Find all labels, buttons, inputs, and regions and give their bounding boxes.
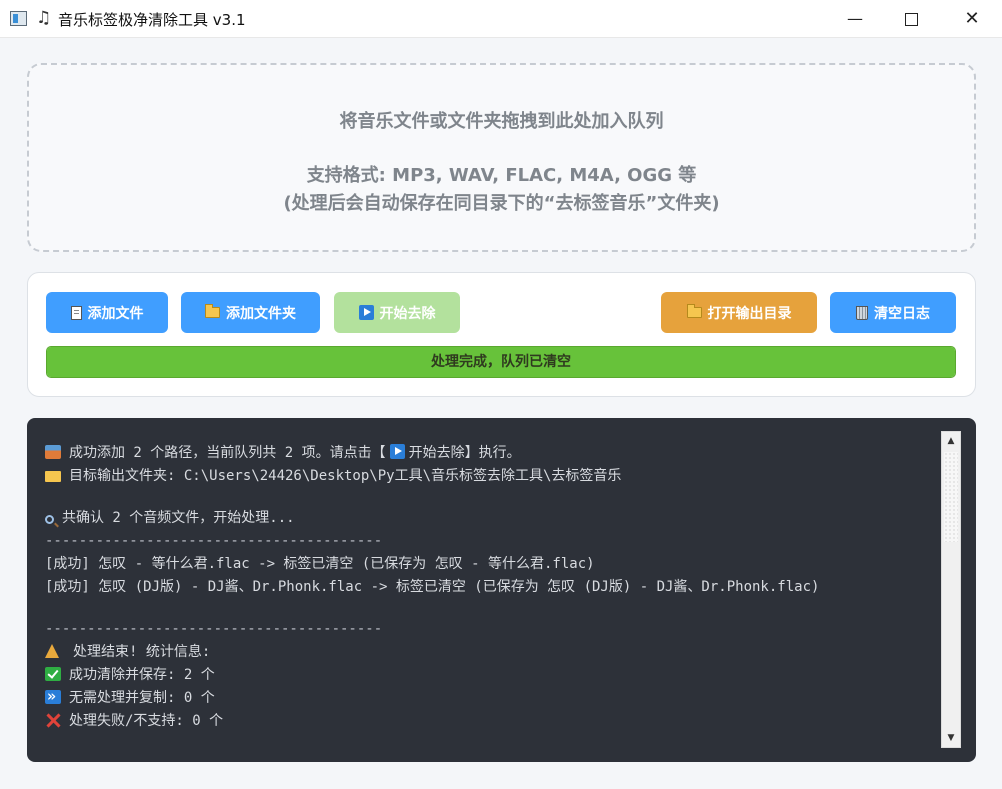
music-note-icon: ♫ (36, 8, 52, 28)
add-folder-label: 添加文件夹 (226, 305, 296, 322)
minimize-button[interactable]: — (827, 0, 883, 38)
log-line: 成功清除并保存: 2 个 (45, 664, 935, 687)
log-added-text: 成功添加 2 个路径，当前队列共 2 项。请点击【 (69, 445, 386, 461)
clear-log-button[interactable]: 清空日志 (830, 292, 956, 333)
scroll-thumb[interactable] (944, 452, 958, 542)
log-line: 成功添加 2 个路径，当前队列共 2 项。请点击【 开始去除】执行。 (45, 442, 935, 465)
log-success-count: 成功清除并保存: 2 个 (69, 667, 215, 683)
maximize-button[interactable] (883, 0, 939, 38)
search-icon (45, 515, 54, 524)
add-folder-button[interactable]: 添加文件夹 (181, 292, 320, 333)
log-scrollbar[interactable]: ▲ ▼ (941, 431, 961, 748)
add-file-button[interactable]: 添加文件 (46, 292, 168, 333)
open-folder-icon (686, 304, 702, 318)
fast-forward-icon (45, 685, 61, 708)
log-skipped-count: 无需处理并复制: 0 个 (69, 690, 215, 706)
output-note: (处理后会自动保存在同目录下的“去标签音乐”文件夹) (283, 193, 720, 214)
add-file-label: 添加文件 (87, 305, 144, 322)
log-line: 无需处理并复制: 0 个 (45, 685, 935, 710)
title-bar: ♫ 音乐标签极净清除工具 v3.1 — ✕ (0, 0, 1002, 38)
log-line: 处理结束! 统计信息: (45, 641, 935, 664)
check-icon (45, 667, 61, 681)
scroll-up-arrow-icon[interactable]: ▲ (942, 432, 960, 450)
close-button[interactable]: ✕ (944, 0, 1000, 38)
log-line: 共确认 2 个音频文件，开始处理... (45, 507, 935, 530)
drop-zone-instruction: 将音乐文件或文件夹拖拽到此处加入队列 (339, 111, 664, 132)
maximize-icon (904, 13, 918, 26)
log-line: 处理失败/不支持: 0 个 (45, 710, 935, 733)
log-failed-count: 处理失败/不支持: 0 个 (69, 713, 224, 729)
log-blank (45, 488, 935, 507)
open-output-label: 打开输出目录 (707, 305, 792, 322)
control-panel (27, 272, 976, 397)
inbox-icon (45, 445, 61, 459)
log-text: 成功添加 2 个路径，当前队列共 2 项。请点击【 开始去除】执行。 目标输出文件… (45, 442, 935, 752)
drop-zone[interactable]: 将音乐文件或文件夹拖拽到此处加入队列 支持格式: MP3, WAV, FLAC,… (27, 63, 976, 252)
log-line: [成功] 怎叹 (DJ版) - DJ酱、Dr.Phonk.flac -> 标签已… (45, 579, 820, 595)
log-output-folder: 目标输出文件夹: C:\Users\24426\Desktop\Py工具\音乐标… (69, 468, 622, 484)
document-icon (70, 305, 82, 320)
open-output-button[interactable]: 打开输出目录 (661, 292, 817, 333)
window-title: 音乐标签极净清除工具 v3.1 (58, 11, 246, 29)
log-added-suffix: 开始去除】执行。 (408, 445, 521, 461)
play-icon (358, 305, 374, 320)
log-console[interactable]: 成功添加 2 个路径，当前队列共 2 项。请点击【 开始去除】执行。 目标输出文件… (27, 418, 976, 762)
trash-icon (856, 305, 868, 320)
log-separator: ---------------------------------------- (45, 621, 383, 637)
log-line: [成功] 怎叹 - 等什么君.flac -> 标签已清空 (已保存为 怎叹 - … (45, 556, 595, 572)
folder-icon (205, 304, 220, 318)
supported-formats: 支持格式: MP3, WAV, FLAC, M4A, OGG 等 (306, 165, 697, 186)
progress-status: 处理完成，队列已清空 (431, 354, 571, 370)
scroll-down-arrow-icon[interactable]: ▼ (942, 729, 960, 747)
folder-icon (45, 471, 61, 482)
log-summary-title: 处理结束! 统计信息: (73, 644, 211, 660)
start-label: 开始去除 (379, 305, 436, 322)
cross-icon (45, 713, 61, 727)
log-separator: ---------------------------------------- (45, 533, 383, 549)
progress-bar: 处理完成，队列已清空 (46, 346, 956, 378)
party-popper-icon (45, 644, 59, 658)
log-line: 目标输出文件夹: C:\Users\24426\Desktop\Py工具\音乐标… (45, 465, 935, 488)
play-icon (389, 444, 405, 459)
start-button[interactable]: 开始去除 (334, 292, 460, 333)
app-window-icon (10, 11, 27, 26)
log-confirm: 共确认 2 个音频文件，开始处理... (62, 510, 295, 526)
log-blank (45, 599, 935, 618)
clear-log-label: 清空日志 (874, 305, 930, 322)
